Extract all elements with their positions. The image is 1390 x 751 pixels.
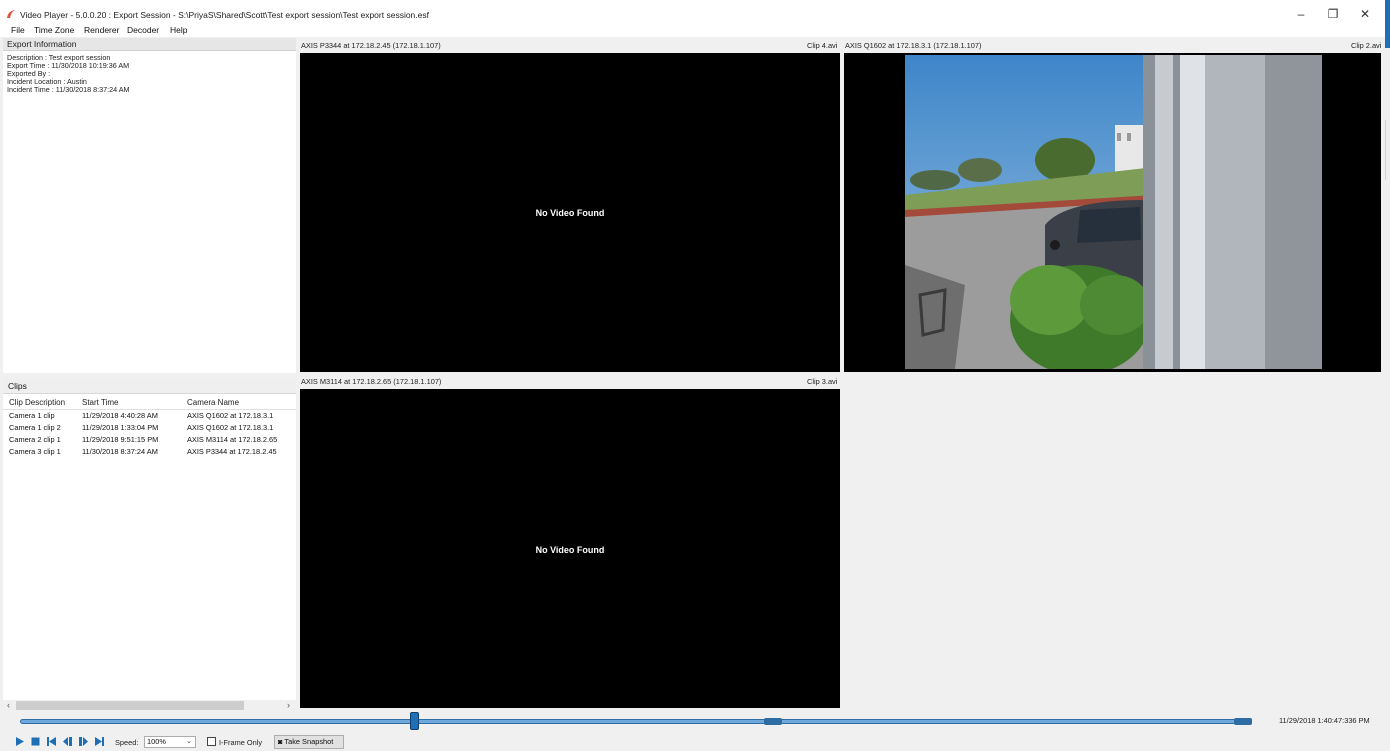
step-forward-icon[interactable] — [78, 736, 89, 747]
speed-select[interactable]: 100% ⌄ — [144, 736, 196, 748]
app-icon — [7, 10, 15, 18]
skip-start-icon[interactable] — [46, 736, 57, 747]
clip-marker — [1234, 718, 1252, 725]
menu-bar: File Time Zone Renderer Decoder Help — [0, 25, 1390, 37]
speed-value: 100% — [147, 737, 166, 746]
clips-header: Clips — [3, 378, 296, 394]
scrollbar-thumb[interactable] — [1385, 0, 1390, 48]
clips-horizontal-scrollbar[interactable]: ‹ › — [3, 700, 296, 711]
restore-button[interactable]: ❐ — [1318, 4, 1348, 24]
take-snapshot-button[interactable]: ◙ Take Snapshot — [274, 735, 344, 749]
column-start-time[interactable]: Start Time — [82, 398, 118, 407]
incident-time: Incident Time : 11/30/2018 8:37:24 AM — [7, 85, 130, 94]
pane1-clip-label: Clip 4.avi — [807, 41, 838, 50]
current-timestamp: 11/29/2018 1:40:47:336 PM — [1279, 716, 1370, 725]
window-scrollbar[interactable] — [1382, 0, 1390, 751]
clip-start-time: 11/29/2018 9:51:15 PM — [82, 435, 159, 444]
video-pane-3[interactable]: No Video Found — [300, 389, 840, 708]
menu-help[interactable]: Help — [170, 25, 187, 35]
step-back-icon[interactable] — [62, 736, 73, 747]
table-row[interactable]: Camera 1 clip 11/29/2018 4:40:28 AM AXIS… — [3, 410, 296, 422]
no-video-message: No Video Found — [535, 545, 605, 555]
export-information-panel: Export Information Description : Test ex… — [3, 38, 296, 373]
scrollbar-divider — [1385, 120, 1386, 180]
menu-decoder[interactable]: Decoder — [127, 25, 159, 35]
stop-icon[interactable] — [30, 736, 41, 747]
pane2-camera-label: AXIS Q1602 at 172.18.3.1 (172.18.1.107) — [845, 41, 982, 50]
video-pane-2[interactable] — [844, 53, 1381, 372]
title-bar: Video Player - 5.0.0.20 : Export Session… — [0, 0, 1390, 26]
window-title: Video Player - 5.0.0.20 : Export Session… — [20, 10, 429, 20]
clip-camera-name: AXIS Q1602 at 172.18.3.1 — [187, 423, 274, 432]
clips-column-headers: Clip Description Start Time Camera Name — [3, 396, 296, 410]
clip-start-time: 11/29/2018 4:40:28 AM — [82, 411, 158, 420]
export-information-header: Export Information — [3, 38, 296, 51]
table-row[interactable]: Camera 3 clip 1 11/30/2018 8:37:24 AM AX… — [3, 446, 296, 458]
menu-renderer[interactable]: Renderer — [84, 25, 119, 35]
video-pane-1[interactable]: No Video Found — [300, 53, 840, 372]
scrollbar-thumb[interactable] — [16, 701, 244, 710]
column-camera-name[interactable]: Camera Name — [187, 398, 239, 407]
pane3-clip-label: Clip 3.avi — [807, 377, 838, 386]
no-video-message: No Video Found — [535, 208, 605, 218]
pane3-camera-label: AXIS M3114 at 172.18.2.65 (172.18.1.107) — [301, 377, 442, 386]
menu-file[interactable]: File — [11, 25, 25, 35]
timeline-slider-handle[interactable] — [409, 712, 419, 730]
skip-end-icon[interactable] — [94, 736, 105, 747]
clip-start-time: 11/29/2018 1:33:04 PM — [82, 423, 159, 432]
clip-description: Camera 1 clip 2 — [9, 423, 61, 432]
minimize-button[interactable]: – — [1286, 4, 1316, 24]
clip-marker — [764, 718, 782, 725]
chevron-down-icon: ⌄ — [186, 738, 192, 745]
menu-time-zone[interactable]: Time Zone — [34, 25, 74, 35]
iframe-only-checkbox[interactable] — [207, 737, 216, 746]
clip-camera-name: AXIS Q1602 at 172.18.3.1 — [187, 411, 274, 420]
close-button[interactable]: ✕ — [1350, 4, 1380, 24]
clip-camera-name: AXIS M3114 at 172.18.2.65 — [187, 435, 278, 444]
table-row[interactable]: Camera 1 clip 2 11/29/2018 1:33:04 PM AX… — [3, 422, 296, 434]
clips-panel: Clips Clip Description Start Time Camera… — [3, 378, 296, 700]
clip-description: Camera 3 clip 1 — [9, 447, 61, 456]
playback-timeline[interactable] — [20, 719, 1252, 724]
scroll-left-icon[interactable]: ‹ — [7, 700, 10, 710]
play-icon[interactable] — [14, 736, 25, 747]
clip-description: Camera 1 clip — [9, 411, 55, 420]
column-clip-description[interactable]: Clip Description — [9, 398, 65, 407]
clip-description: Camera 2 clip 1 — [9, 435, 61, 444]
scroll-right-icon[interactable]: › — [287, 700, 290, 710]
table-row[interactable]: Camera 2 clip 1 11/29/2018 9:51:15 PM AX… — [3, 434, 296, 446]
clip-camera-name: AXIS P3344 at 172.18.2.45 — [187, 447, 277, 456]
pane1-camera-label: AXIS P3344 at 172.18.2.45 (172.18.1.107) — [301, 41, 441, 50]
camera-icon: ◙ — [278, 737, 283, 746]
clip-start-time: 11/30/2018 8:37:24 AM — [82, 447, 158, 456]
iframe-only-label: I-Frame Only — [219, 738, 263, 747]
pane2-clip-label: Clip 2.avi — [1351, 41, 1382, 50]
speed-label: Speed: — [115, 738, 139, 747]
take-snapshot-label: Take Snapshot — [284, 737, 334, 746]
camera-frame-image — [905, 55, 1322, 369]
